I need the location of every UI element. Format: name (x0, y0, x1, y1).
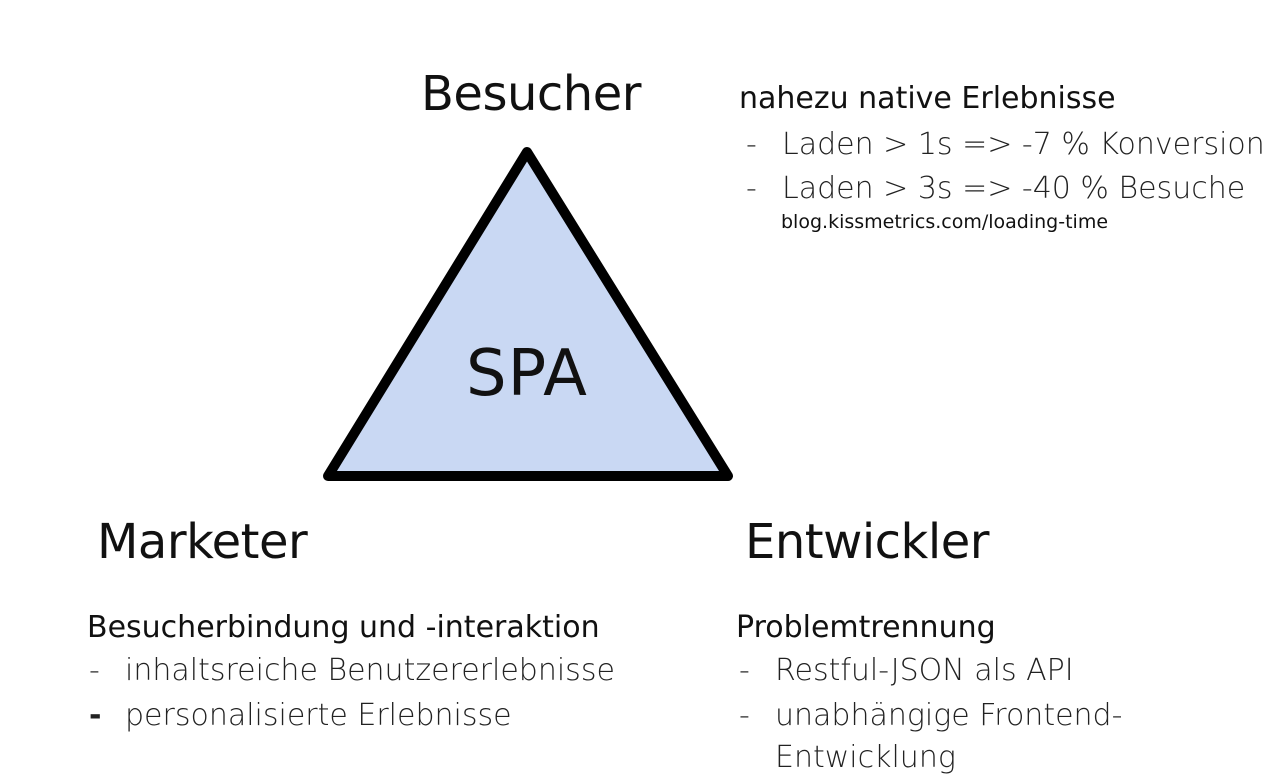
bullet-text: Laden > 3s => -40 % Besuche (782, 171, 1246, 206)
bullet-text: Laden > 1s => -7 % Konversion (782, 127, 1262, 162)
bullet-dash: - (739, 653, 750, 688)
bullet-dash: - (746, 171, 757, 206)
entwickler-heading: Problemtrennung (736, 610, 996, 645)
bullet-text: personalisierte Erlebnisse (125, 698, 512, 733)
marketer-heading: Besucherbindung und -interaktion (87, 610, 600, 645)
bullet-dash: - (746, 127, 757, 162)
triangle-shape (323, 147, 733, 481)
bullet-text: Restful-JSON als API (775, 653, 1074, 688)
bullet-text: Entwicklung (775, 740, 956, 775)
besucher-source: blog.kissmetrics.com/loading-time (781, 211, 1109, 233)
bullet-text: inhaltsreiche Benutzererlebnisse (125, 653, 615, 688)
entwickler-title: Entwickler (745, 514, 989, 570)
bullet-dash: - (89, 698, 102, 733)
bullet-text: unabhängige Frontend- (775, 698, 1123, 733)
spa-label: SPA (466, 337, 588, 411)
besucher-heading: nahezu native Erlebnisse (739, 81, 1116, 116)
bullet-dash: - (739, 698, 750, 733)
spa-triangle (323, 147, 733, 481)
marketer-title: Marketer (97, 514, 308, 570)
besucher-title: Besucher (421, 66, 641, 122)
bullet-dash: - (89, 653, 100, 688)
